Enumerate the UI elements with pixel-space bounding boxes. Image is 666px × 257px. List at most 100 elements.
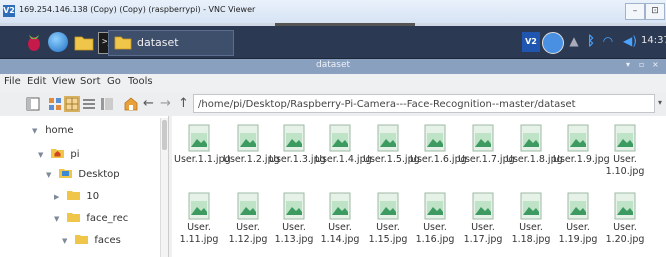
vnc-window-title: 169.254.146.138 (Copy) (Copy) (raspberry… [19,5,256,14]
browser-globe-icon[interactable] [48,32,68,52]
image-file-icon [188,192,210,220]
file-name: User.1.8.jpg [506,154,563,165]
image-file-icon [188,124,210,152]
file-item[interactable]: User.1.9.jpg [553,124,610,166]
window-left-border [0,116,24,257]
expand-arrow-icon[interactable]: ▼ [54,215,64,223]
menu-file[interactable]: File [4,76,21,87]
file-item[interactable]: User. 1.14.jpg [315,192,365,246]
maximize-button[interactable]: ⊡ [645,3,665,20]
menu-view[interactable]: View [52,76,76,87]
expand-arrow-icon[interactable]: ▼ [38,151,48,159]
tree-item-10[interactable]: ▶ 10 [54,190,99,202]
file-name: User.1.7.jpg [458,154,515,165]
tree-item-desktop[interactable]: ▼ Desktop [46,168,120,180]
clock[interactable]: 14:37 [641,35,666,46]
tree-item-label: 10 [86,191,100,202]
menu-go[interactable]: Go [107,76,121,87]
vnc-viewer-titlebar: V2 169.254.146.138 (Copy) (Copy) (raspbe… [0,0,666,24]
file-item[interactable]: User. 1.12.jpg [223,192,273,246]
menu-edit[interactable]: Edit [27,76,46,87]
desktop-folder-icon [59,169,73,178]
home-folder-icon [51,149,65,158]
taskbar-window-dataset[interactable]: dataset [108,30,234,56]
volume-icon[interactable]: ◀) [622,34,638,50]
image-file-icon [567,124,589,152]
menu-sort[interactable]: Sort [80,76,101,87]
file-item[interactable]: User. 1.13.jpg [269,192,319,246]
compact-view-icon[interactable] [82,97,96,111]
forward-arrow-icon[interactable]: → [160,97,174,111]
window-close-button[interactable]: × [652,60,659,69]
expand-arrow-icon[interactable]: ▼ [46,171,56,179]
file-name: User.1.6.jpg [410,154,467,165]
file-item[interactable]: User.1.1.jpg [174,124,231,166]
file-name: User. 1.18.jpg [511,222,551,245]
file-item[interactable]: User.1.8.jpg [506,124,563,166]
raspberry-menu-icon[interactable] [24,32,44,52]
expand-arrow-icon[interactable]: ▼ [32,127,42,135]
bluetooth-icon[interactable]: ᛒ [584,32,598,52]
icon-view-icon[interactable] [48,97,62,111]
expand-arrow-icon[interactable]: ▼ [62,237,72,245]
vnc-tray-icon[interactable]: V2 [522,32,540,52]
file-manager-icon[interactable] [74,32,94,52]
file-item[interactable]: User. 1.11.jpg [174,192,224,246]
file-item[interactable]: User.1.5.jpg [363,124,420,166]
home-icon[interactable] [124,97,138,111]
file-item[interactable]: User.1.2.jpg [223,124,280,166]
wifi-icon[interactable]: ◠ [600,34,616,50]
image-file-icon [424,192,446,220]
menu-bar: File Edit View Sort Go Tools [0,74,666,92]
path-input[interactable]: /home/pi/Desktop/Raspberry-Pi-Camera---F… [193,94,655,113]
file-name: User.1.4.jpg [315,154,372,165]
file-item[interactable]: User.1.3.jpg [269,124,326,166]
sidebar-toggle-icon[interactable] [26,97,40,111]
file-manager-titlebar[interactable]: dataset ▾ ▫ × [0,59,666,74]
scrollbar-thumb[interactable] [162,120,167,150]
file-item[interactable]: User. 1.20.jpg [600,192,650,246]
image-file-icon [237,192,259,220]
list-view-icon[interactable] [100,97,114,111]
file-item[interactable]: User. 1.18.jpg [506,192,556,246]
image-file-icon [329,192,351,220]
menu-tools[interactable]: Tools [128,76,153,87]
tree-item-faces[interactable]: ▼ faces [62,234,121,246]
file-name: User.1.9.jpg [553,154,610,165]
folder-icon [67,191,81,200]
tree-item-label: face_rec [86,213,129,224]
sidebar-scrollbar[interactable] [160,118,168,257]
file-item[interactable]: User.1.6.jpg [410,124,467,166]
up-arrow-icon[interactable]: ↑ [178,97,192,111]
image-file-icon [614,192,636,220]
back-arrow-icon[interactable]: ← [143,97,157,111]
collapse-arrow-icon[interactable]: ▶ [54,193,64,201]
window-maximize-button[interactable]: ▫ [639,60,644,69]
network-icon[interactable] [542,32,564,54]
image-file-icon [472,192,494,220]
file-item[interactable]: User. 1.19.jpg [553,192,603,246]
thumbnail-view-icon[interactable] [64,96,80,112]
minimize-button[interactable]: – [625,3,645,20]
folder-icon [67,213,81,222]
file-grid: User.1.1.jpg User.1.2.jpg User.1.3.jpg U… [172,116,666,257]
file-item[interactable]: User. 1.10.jpg [600,124,650,178]
tree-item-pi[interactable]: ▼ pi [38,148,80,160]
file-item[interactable]: User. 1.17.jpg [458,192,508,246]
directory-tree: ▼ home ▼ pi ▼ Desktop ▶ 10 ▼ face_rec ▼ … [24,116,168,257]
file-item[interactable]: User.1.4.jpg [315,124,372,166]
toolbar: ← → ↑ /home/pi/Desktop/Raspberry-Pi-Came… [0,92,666,117]
tree-item-label: pi [70,149,80,160]
file-item[interactable]: User. 1.15.jpg [363,192,413,246]
eject-icon[interactable]: ▲ [566,34,582,50]
folder-icon [75,235,89,244]
file-item[interactable]: User.1.7.jpg [458,124,515,166]
folder-icon [114,36,132,50]
tree-item-label: faces [94,235,121,246]
tree-item-home[interactable]: ▼ home [32,125,74,136]
window-menu-button[interactable]: ▾ [626,60,630,69]
path-dropdown-icon[interactable]: ▾ [658,98,662,107]
file-name: User. 1.15.jpg [368,222,408,245]
file-item[interactable]: User. 1.16.jpg [410,192,460,246]
tree-item-face-rec[interactable]: ▼ face_rec [54,212,128,224]
